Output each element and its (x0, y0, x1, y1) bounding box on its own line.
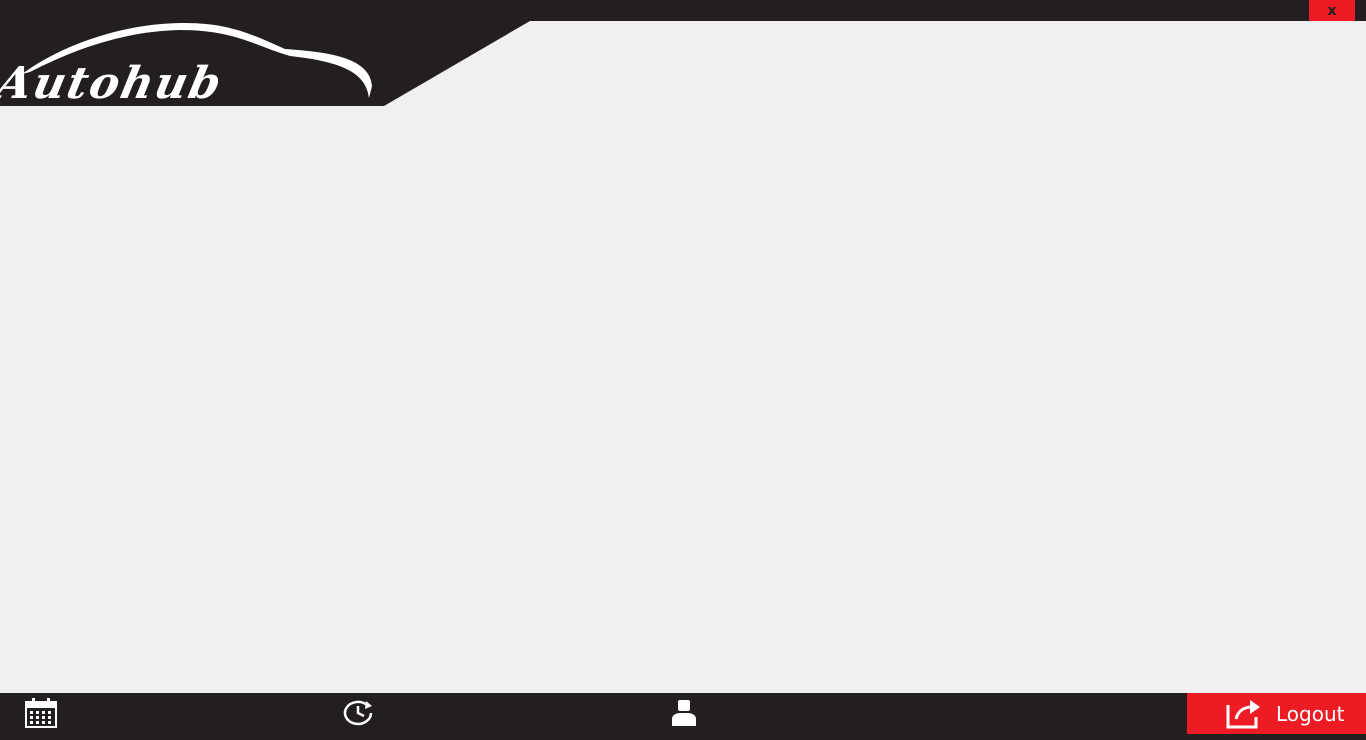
calendar-icon (25, 698, 57, 728)
logout-label: Logout (1276, 701, 1345, 726)
autohub-logo: Autohub (0, 22, 372, 104)
user-icon (672, 700, 696, 726)
bottom-navigation-bar: Logout (0, 693, 1366, 740)
profile-button[interactable] (668, 693, 700, 733)
svg-text:Autohub: Autohub (0, 57, 228, 104)
history-icon (343, 700, 373, 726)
logout-button[interactable]: Logout (1187, 693, 1366, 734)
calendar-button[interactable] (24, 693, 58, 733)
close-button[interactable]: x (1309, 0, 1355, 21)
main-content-area (0, 106, 1366, 693)
logout-icon (1226, 699, 1260, 728)
header-banner: Autohub (0, 0, 530, 106)
history-button[interactable] (340, 693, 378, 733)
